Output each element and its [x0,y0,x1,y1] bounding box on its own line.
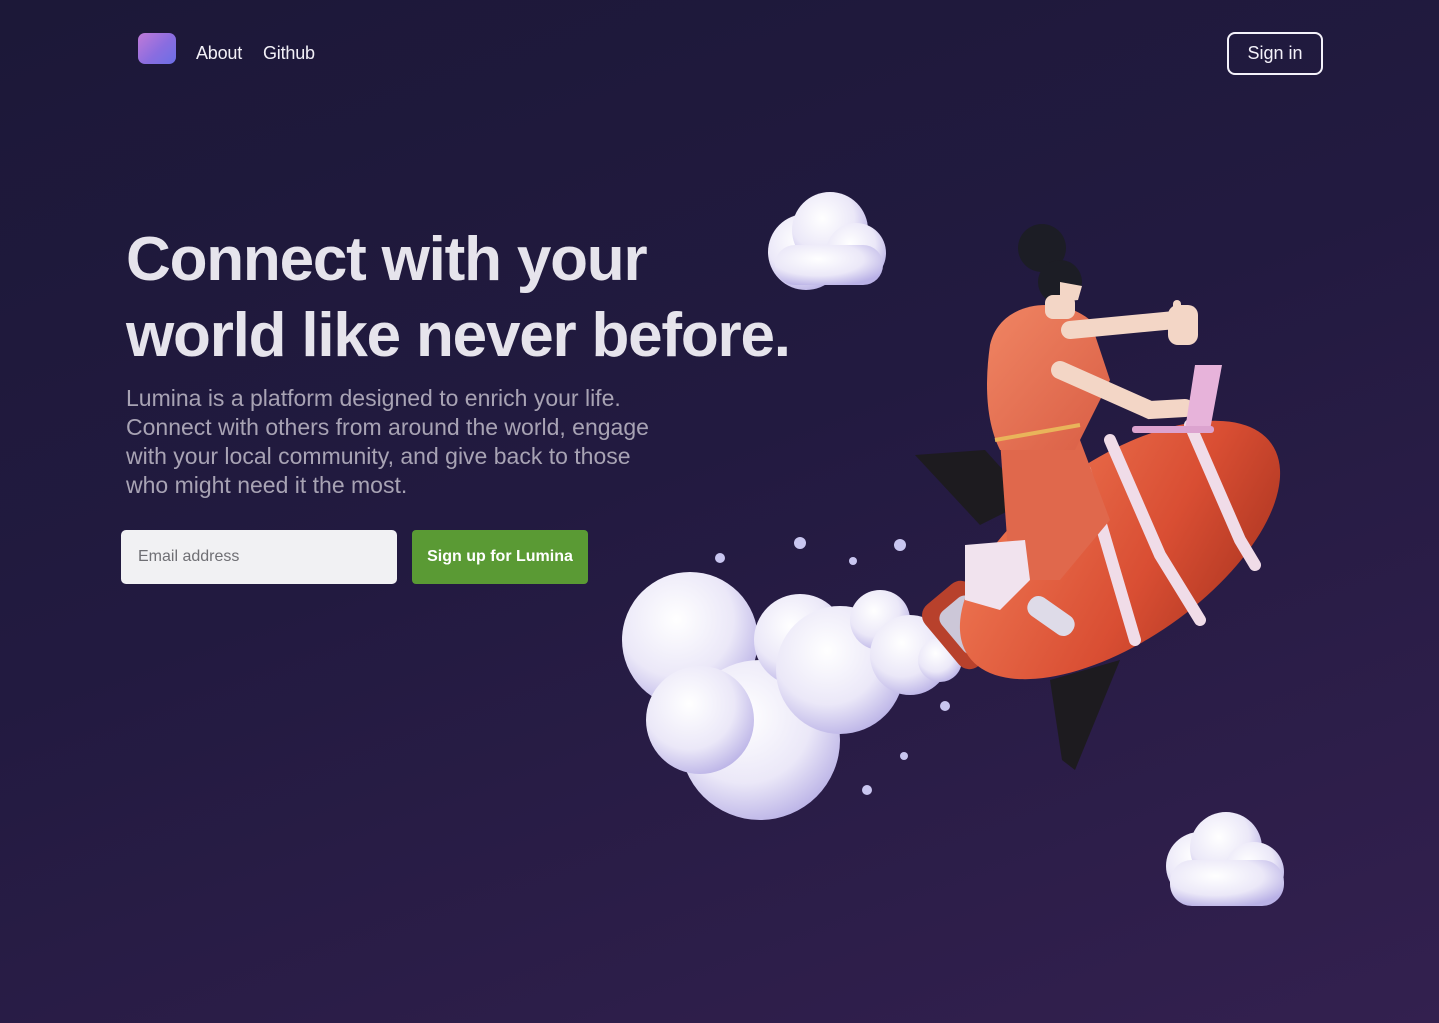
top-navigation: About Github Sign in [0,0,1439,110]
brand-logo-icon[interactable] [138,33,176,64]
sign-in-button[interactable]: Sign in [1227,32,1323,75]
signup-button[interactable]: Sign up for Lumina [412,530,588,584]
headline-line-1: Connect with your [126,225,648,294]
hero-description: Lumina is a platform designed to enrich … [126,385,649,498]
nav-link-about[interactable]: About [196,43,242,64]
email-input[interactable] [121,530,397,584]
exhaust-cloud-icon [622,572,962,820]
cloud-top-icon [768,192,886,290]
cloud-bottom-icon [1166,812,1284,906]
nav-link-github[interactable]: Github [263,43,315,64]
rocket-rider-illustration [622,192,1284,906]
